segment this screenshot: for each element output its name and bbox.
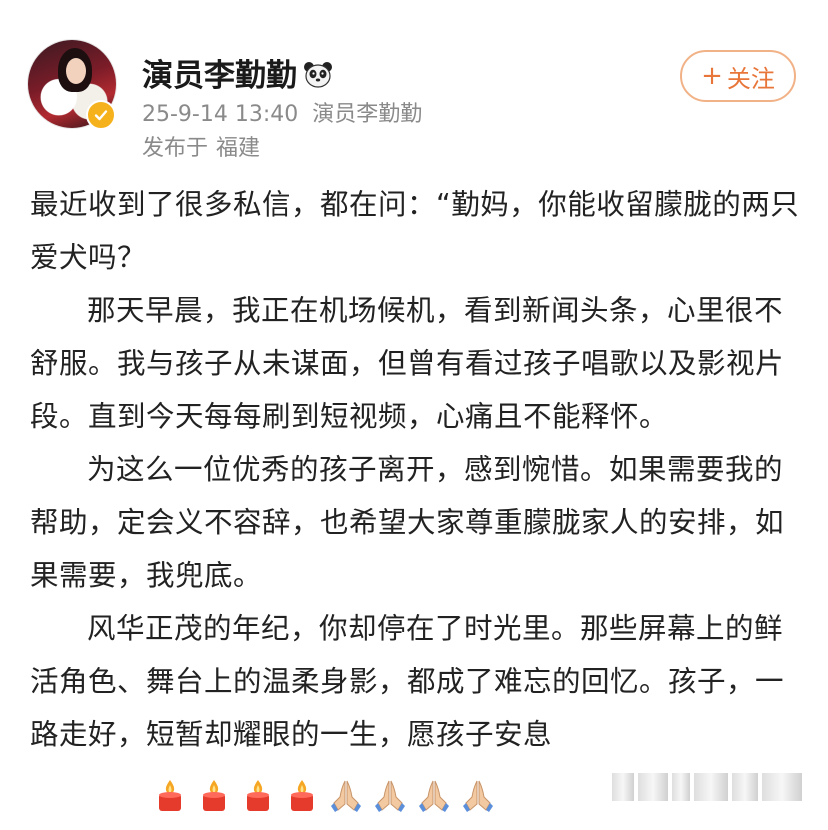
- plus-icon: +: [701, 61, 723, 91]
- post-timestamp: 25-9-14 13:40: [142, 102, 299, 127]
- verified-badge-icon: [86, 100, 116, 130]
- candle-icon: [139, 777, 225, 813]
- panda-icon: [303, 61, 333, 97]
- post-location: 发布于 福建: [142, 130, 260, 162]
- author-name-row[interactable]: 演员李勤勤: [142, 50, 333, 97]
- praying-hands-icon: [271, 777, 361, 813]
- post-paragraph: 那天早晨，我正在机场候机，看到新闻头条，心里很不舒服。我与孩子从未谋面，但曾有看…: [30, 294, 785, 433]
- location-prefix: 发布于: [142, 136, 209, 161]
- post-source: 演员李勤勤: [312, 102, 423, 127]
- watermark-mosaic: [612, 770, 812, 804]
- emoji-row: [30, 767, 493, 820]
- candle-icon: [183, 777, 269, 813]
- post-body: 最近收到了很多私信，都在问：“勤妈，你能收留朦胧的两只爱犬吗？ 那天早晨，我正在…: [30, 178, 810, 820]
- post-paragraph: 最近收到了很多私信，都在问：“勤妈，你能收留朦胧的两只爱犬吗？: [30, 188, 800, 274]
- post-paragraph: 为这么一位优秀的孩子离开，感到惋惜。如果需要我的帮助，定会义不容辞，也希望大家尊…: [30, 453, 785, 592]
- author-name[interactable]: 演员李勤勤: [142, 58, 297, 94]
- follow-button[interactable]: + 关注: [680, 50, 796, 102]
- follow-label: 关注: [726, 64, 775, 93]
- avatar-face: [66, 58, 86, 84]
- praying-hands-icon: [315, 777, 405, 813]
- candle-icon: [227, 777, 313, 813]
- post-header: 演员李勤勤 25-9-14 13:40 演员李勤勤 发布于 福建 + 关注: [0, 0, 828, 170]
- praying-hands-icon: [359, 777, 449, 813]
- post-meta: 25-9-14 13:40 演员李勤勤: [142, 96, 422, 128]
- post-paragraph-text: 风华正茂的年纪，你却停在了时光里。那些屏幕上的鲜活角色、舞台上的温柔身影，都成了…: [30, 612, 785, 751]
- praying-hands-icon: [403, 777, 493, 813]
- candle-icon: [95, 777, 181, 813]
- location-name: 福建: [216, 136, 261, 161]
